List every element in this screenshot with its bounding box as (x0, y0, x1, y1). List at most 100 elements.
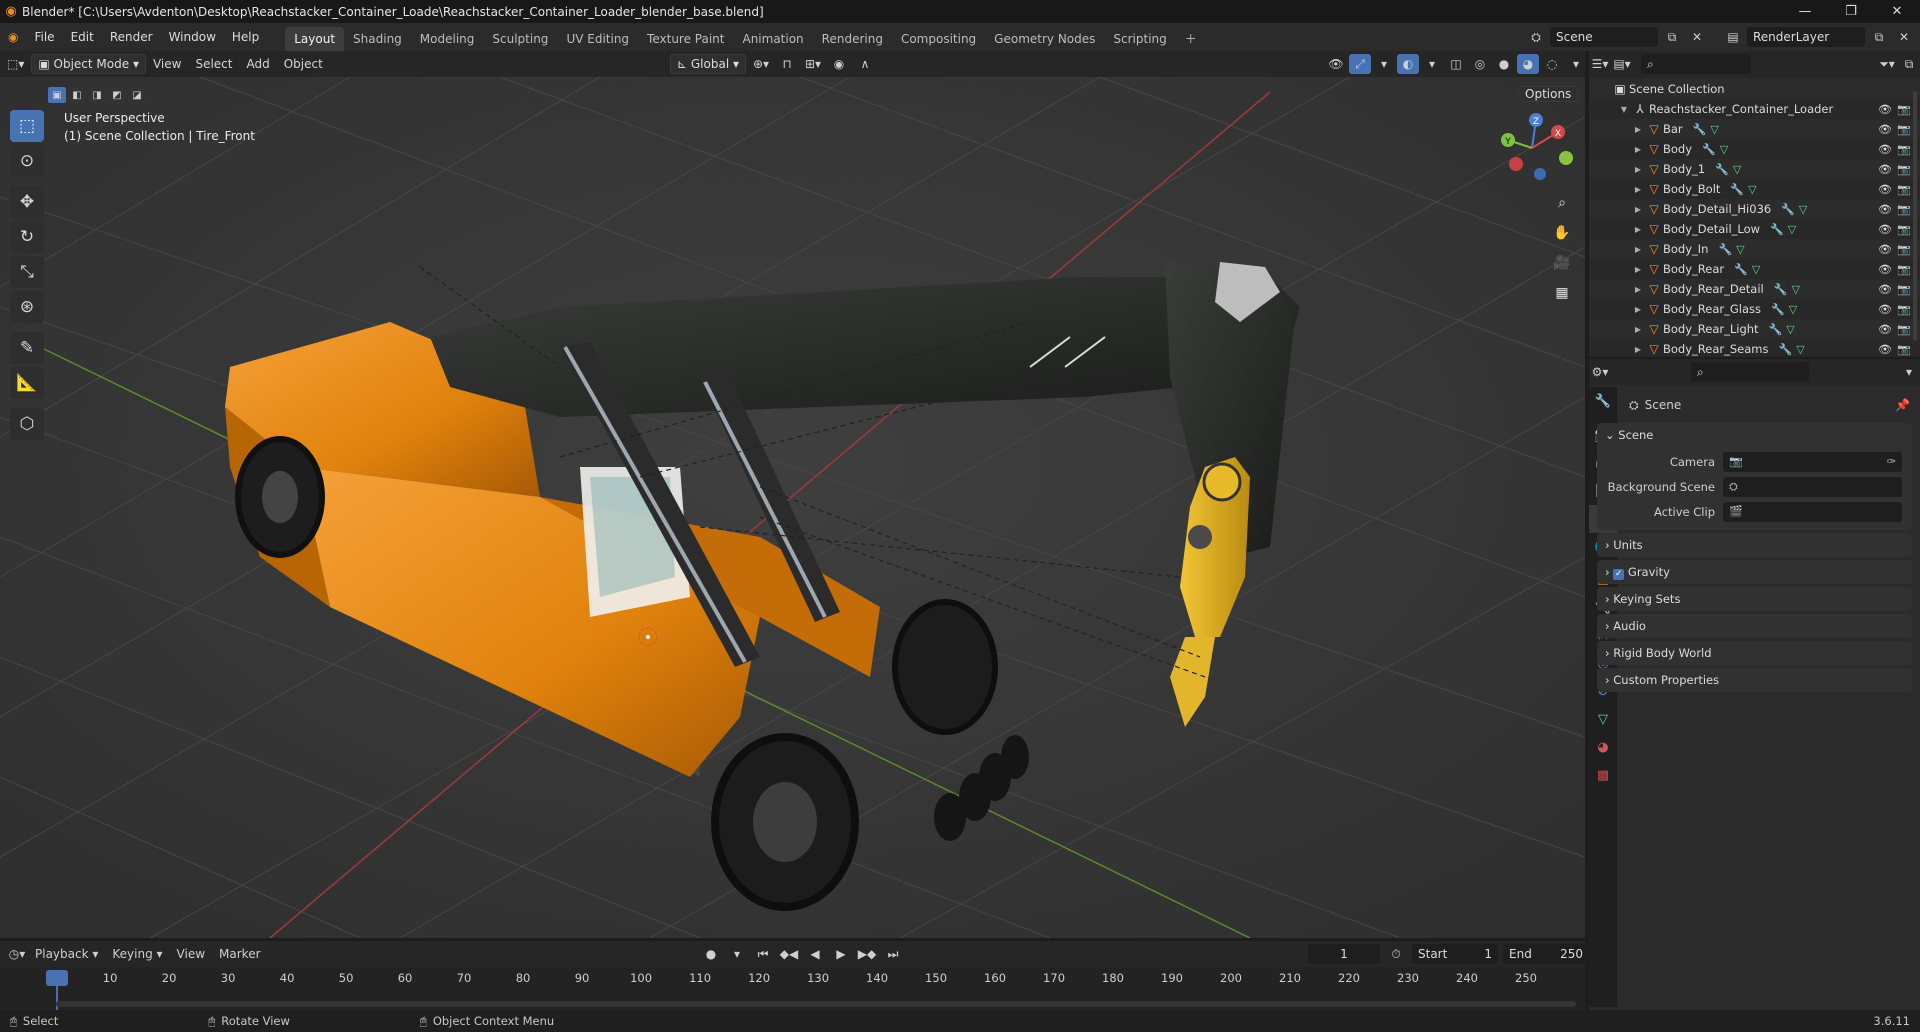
select-extend-icon[interactable]: ◧ (68, 87, 86, 103)
outliner-search-input[interactable]: ⌕ (1641, 54, 1751, 74)
viewport-menu-object[interactable]: Object (277, 51, 330, 77)
workspace-tab-scripting[interactable]: Scripting (1104, 27, 1175, 51)
start-frame-field[interactable]: Start 1 (1412, 944, 1498, 964)
outliner-object-row[interactable]: ▶ ▽ Body_In 🔧 ▽ 👁 📷 (1589, 239, 1920, 259)
overlay-dropdown-icon[interactable]: ▾ (1421, 54, 1443, 74)
menu-help[interactable]: Help (224, 23, 267, 51)
mesh-data-icon[interactable]: ▽ (1791, 283, 1799, 296)
shading-dropdown-icon[interactable]: ▾ (1565, 54, 1587, 74)
outliner-object-row[interactable]: ▶ ▽ Body_Detail_Hi036 🔧 ▽ 👁 📷 (1589, 199, 1920, 219)
select-invert-icon[interactable]: ◩ (108, 87, 126, 103)
modifier-icon[interactable]: 🔧 (1778, 343, 1792, 356)
record-icon[interactable]: ● (700, 944, 722, 964)
render-camera-icon[interactable]: 📷 (1897, 243, 1911, 256)
outliner-object-row[interactable]: ▶ ▽ Body_Rear 🔧 ▽ 👁 📷 (1589, 259, 1920, 279)
background-scene-field[interactable]: ⛭ (1723, 476, 1902, 497)
annotate-tool-icon[interactable]: ✎ (10, 332, 44, 364)
keying-menu[interactable]: Keying ▾ (105, 947, 169, 961)
proportional-edit-icon[interactable]: ◉ (828, 54, 850, 74)
select-box-tool-icon[interactable]: ⬚ (10, 110, 44, 142)
outliner-object-row[interactable]: ▶ ▽ Body_Detail_Low 🔧 ▽ 👁 📷 (1589, 219, 1920, 239)
modifier-icon[interactable]: 🔧 (1730, 183, 1744, 196)
units-panel[interactable]: › Units (1597, 533, 1912, 557)
render-camera-icon[interactable]: 📷 (1897, 143, 1911, 156)
prev-keyframe-icon[interactable]: ◆◀ (778, 944, 800, 964)
object-mode-dropdown[interactable]: ▣ Object Mode ▾ (31, 54, 146, 74)
stopwatch-icon[interactable]: ⏱ (1385, 944, 1407, 964)
render-camera-icon[interactable]: 📷 (1897, 103, 1911, 116)
cursor-tool-icon[interactable]: ⊙ (10, 145, 44, 177)
viewport-menu-add[interactable]: Add (239, 51, 276, 77)
overlay-toggle-icon[interactable]: ◐ (1397, 54, 1419, 74)
camera-view-icon[interactable]: 🎥 (1549, 250, 1575, 276)
visibility-icon[interactable]: 👁 (1325, 54, 1347, 74)
material-tab-icon[interactable]: ◕ (1589, 733, 1617, 761)
render-camera-icon[interactable]: 📷 (1897, 263, 1911, 276)
workspace-tab-uv-editing[interactable]: UV Editing (557, 27, 638, 51)
visibility-eye-icon[interactable]: 👁 (1878, 303, 1892, 316)
visibility-eye-icon[interactable]: 👁 (1878, 203, 1892, 216)
render-camera-icon[interactable]: 📷 (1897, 323, 1911, 336)
modifier-icon[interactable]: 🔧 (1769, 323, 1783, 336)
add-cube-tool-icon[interactable]: ⬡ (10, 408, 44, 440)
navigation-gizmo[interactable]: Z X Y (1488, 112, 1576, 184)
audio-panel[interactable]: › Audio (1597, 614, 1912, 638)
mesh-data-icon[interactable]: ▽ (1788, 223, 1796, 236)
keying-sets-panel[interactable]: › Keying Sets (1597, 587, 1912, 611)
pivot-point-icon[interactable]: ⊕▾ (750, 54, 772, 74)
modifier-icon[interactable]: 🔧 (1718, 243, 1732, 256)
scale-tool-icon[interactable]: ⤡ (10, 256, 44, 288)
camera-field[interactable]: 📷 ✑ (1723, 451, 1902, 472)
new-collection-icon[interactable]: ⧉ (1898, 54, 1920, 74)
expand-arrow-icon[interactable]: ▼ (1617, 105, 1631, 114)
eyedropper-icon[interactable]: ✑ (1887, 455, 1896, 468)
outliner-object-row[interactable]: ▶ ▽ Bar 🔧 ▽ 👁 📷 (1589, 119, 1920, 139)
mesh-data-icon[interactable]: ▽ (1786, 323, 1794, 336)
mesh-data-icon[interactable]: ▽ (1752, 263, 1760, 276)
workspace-tab-animation[interactable]: Animation (733, 27, 812, 51)
display-mode-icon[interactable]: ▤▾ (1611, 54, 1633, 74)
new-scene-icon[interactable]: ⧉ (1661, 27, 1683, 47)
zoom-icon[interactable]: ⌕ (1549, 190, 1575, 216)
visibility-eye-icon[interactable]: 👁 (1878, 123, 1892, 136)
modifier-icon[interactable]: 🔧 (1702, 143, 1716, 156)
delete-view-layer-icon[interactable]: ✕ (1893, 27, 1915, 47)
blender-menu-icon[interactable]: ◉ (0, 23, 26, 51)
jump-end-icon[interactable]: ⏭ (882, 944, 904, 964)
solid-shading-icon[interactable]: ● (1493, 54, 1515, 74)
add-workspace-icon[interactable]: ＋ (1176, 27, 1206, 51)
menu-edit[interactable]: Edit (63, 23, 102, 51)
outliner-object-row[interactable]: ▶ ▽ Body_Rear_Light 🔧 ▽ 👁 📷 (1589, 319, 1920, 339)
scene-collection-row[interactable]: ▣ Scene Collection (1589, 79, 1920, 99)
gravity-panel[interactable]: › ✓ Gravity (1597, 560, 1912, 584)
expand-arrow-icon[interactable]: ▶ (1631, 205, 1645, 214)
active-clip-field[interactable]: 🎬 (1723, 501, 1902, 522)
mesh-data-icon[interactable]: ▽ (1796, 343, 1804, 356)
modifier-icon[interactable]: 🔧 (1734, 263, 1748, 276)
mesh-data-icon[interactable]: ▽ (1799, 203, 1807, 216)
scene-icon[interactable]: ⛭ (1525, 27, 1547, 47)
modifier-icon[interactable]: 🔧 (1770, 223, 1784, 236)
modifier-icon[interactable]: 🔧 (1715, 163, 1729, 176)
scene-panel-header[interactable]: ⌄ Scene (1597, 423, 1912, 447)
snap-icon[interactable]: ⊓ (776, 54, 798, 74)
wireframe-shading-icon[interactable]: ◎ (1469, 54, 1491, 74)
rotate-tool-icon[interactable]: ↻ (10, 221, 44, 253)
workspace-tab-texture-paint[interactable]: Texture Paint (638, 27, 733, 51)
scene-name-field[interactable]: Scene (1550, 27, 1658, 47)
3d-viewport[interactable]: User Perspective (1) Scene Collection | … (0, 77, 1585, 938)
delete-scene-icon[interactable]: ✕ (1686, 27, 1708, 47)
menu-file[interactable]: File (26, 23, 62, 51)
tool-tab-icon[interactable]: 🔧 (1589, 387, 1617, 415)
texture-tab-icon[interactable]: ▩ (1589, 761, 1617, 789)
gizmo-dropdown-icon[interactable]: ▾ (1373, 54, 1395, 74)
visibility-eye-icon[interactable]: 👁 (1878, 143, 1892, 156)
measure-tool-icon[interactable]: 📐 (10, 367, 44, 399)
visibility-eye-icon[interactable]: 👁 (1878, 183, 1892, 196)
rendered-shading-icon[interactable]: ◌ (1541, 54, 1563, 74)
workspace-tab-layout[interactable]: Layout (285, 27, 345, 51)
select-new-icon[interactable]: ▣ (48, 87, 66, 103)
visibility-eye-icon[interactable]: 👁 (1878, 263, 1892, 276)
record-dropdown-icon[interactable]: ▾ (726, 944, 748, 964)
workspace-tab-compositing[interactable]: Compositing (892, 27, 985, 51)
